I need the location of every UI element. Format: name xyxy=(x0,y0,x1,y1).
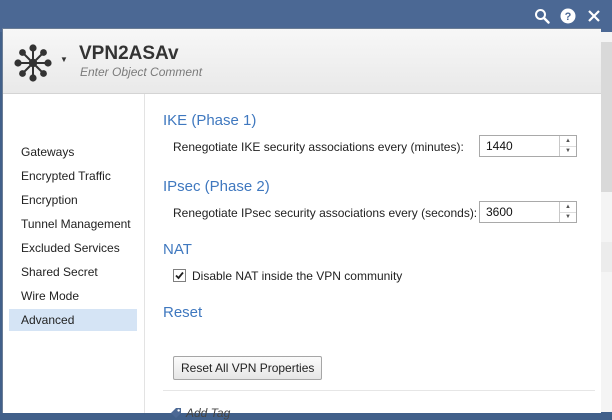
sidebar-item-gateways[interactable]: Gateways xyxy=(9,141,137,163)
sidebar-item-tunnel-management[interactable]: Tunnel Management xyxy=(9,213,137,235)
search-icon[interactable] xyxy=(532,6,552,26)
disable-nat-checkbox[interactable] xyxy=(173,269,186,282)
sidebar-item-excluded-services[interactable]: Excluded Services xyxy=(9,237,137,259)
sidebar: Gateways Encrypted Traffic Encryption Tu… xyxy=(3,94,143,413)
stepper-buttons: ▲ ▼ xyxy=(559,136,576,156)
advanced-settings-panel: IKE (Phase 1) Renegotiate IKE security a… xyxy=(145,94,601,420)
ike-minutes-stepper[interactable]: 1440 ▲ ▼ xyxy=(479,135,577,157)
sidebar-item-advanced[interactable]: Advanced xyxy=(9,309,137,331)
object-comment-field[interactable]: Enter Object Comment xyxy=(80,65,202,79)
ike-section-title: IKE (Phase 1) xyxy=(163,112,257,129)
icon-menu-chevron-icon[interactable]: ▼ xyxy=(60,55,68,64)
ike-renegotiate-label: Renegotiate IKE security associations ev… xyxy=(173,140,464,154)
checkmark-icon xyxy=(175,271,184,280)
help-icon[interactable]: ? xyxy=(558,6,578,26)
disable-nat-label[interactable]: Disable NAT inside the VPN community xyxy=(192,269,402,283)
tag-icon[interactable] xyxy=(169,406,183,420)
object-name[interactable]: VPN2ASAv xyxy=(79,43,179,65)
stepper-buttons: ▲ ▼ xyxy=(559,202,576,222)
background-panel xyxy=(600,32,612,412)
background-panel-segment xyxy=(600,42,612,192)
stepper-down-icon[interactable]: ▼ xyxy=(560,146,576,156)
divider xyxy=(163,390,595,391)
sidebar-item-shared-secret[interactable]: Shared Secret xyxy=(9,261,137,283)
window-toolbar: ? xyxy=(532,6,604,26)
sidebar-item-encrypted-traffic[interactable]: Encrypted Traffic xyxy=(9,165,137,187)
reset-all-vpn-properties-button[interactable]: Reset All VPN Properties xyxy=(173,356,323,380)
vpn-community-icon xyxy=(14,44,52,82)
ipsec-seconds-stepper[interactable]: 3600 ▲ ▼ xyxy=(479,201,577,223)
ipsec-renegotiate-label: Renegotiate IPsec security associations … xyxy=(173,206,478,220)
close-icon[interactable] xyxy=(584,6,604,26)
add-tag-link[interactable]: Add Tag xyxy=(186,406,230,420)
sidebar-item-encryption[interactable]: Encryption xyxy=(9,189,137,211)
object-header: ▼ VPN2ASAv Enter Object Comment xyxy=(3,29,601,94)
stepper-down-icon[interactable]: ▼ xyxy=(560,212,576,222)
vpn-properties-dialog: ▼ VPN2ASAv Enter Object Comment Gateways… xyxy=(2,28,601,420)
nat-section-title: NAT xyxy=(163,241,192,258)
background-panel-segment xyxy=(600,242,612,272)
sidebar-item-wire-mode[interactable]: Wire Mode xyxy=(9,285,137,307)
ipsec-seconds-value[interactable]: 3600 xyxy=(486,205,513,219)
reset-section-title: Reset xyxy=(163,304,203,321)
svg-text:?: ? xyxy=(565,11,572,23)
ipsec-section-title: IPsec (Phase 2) xyxy=(163,178,270,195)
ike-minutes-value[interactable]: 1440 xyxy=(486,139,513,153)
